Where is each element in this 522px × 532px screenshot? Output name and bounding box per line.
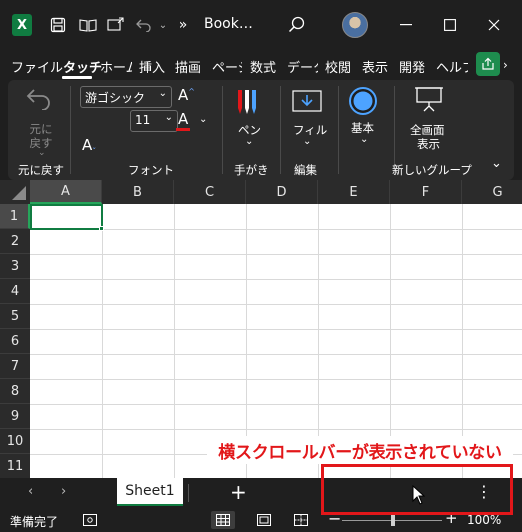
chevron-down-icon[interactable]: ⌄: [199, 114, 207, 125]
font-color-swatch: [176, 128, 190, 131]
select-all-corner[interactable]: [0, 180, 30, 204]
font-name-select[interactable]: 游ゴシック ⌄: [80, 86, 172, 108]
handwriting-group-label: 手がき: [234, 163, 269, 177]
document-title: Book…: [204, 16, 253, 32]
save-icon[interactable]: [48, 13, 68, 37]
column-header[interactable]: C: [174, 180, 246, 204]
annotation-label: 横スクロールバーが表示されていない: [207, 436, 513, 464]
font-group-label: フォント: [128, 163, 174, 177]
column-header[interactable]: E: [318, 180, 390, 204]
group-divider: [222, 86, 223, 174]
tab-formulas[interactable]: 数式: [250, 57, 276, 76]
row-header[interactable]: 5: [0, 304, 30, 329]
fill-handle[interactable]: [99, 226, 104, 231]
minimize-button[interactable]: [393, 12, 419, 38]
chevron-down-icon[interactable]: ⌄: [245, 136, 253, 147]
ribbon: 元に戻す ⌄ 元に戻す 游ゴシック ⌄ A^ 11 ⌄ A ⌄ Aˇ フォント ペン…: [8, 80, 514, 180]
row-header[interactable]: 11: [0, 454, 30, 478]
font-size-select[interactable]: 11 ⌄: [130, 110, 178, 132]
row-header[interactable]: 8: [0, 379, 30, 404]
touch-mode-icon[interactable]: [106, 13, 126, 37]
group-divider: [338, 86, 339, 174]
excel-icon: X: [12, 14, 32, 36]
column-header[interactable]: B: [102, 180, 174, 204]
row-header[interactable]: 3: [0, 254, 30, 279]
fullscreen-label-line2[interactable]: 表示: [417, 136, 440, 152]
shrink-font-icon[interactable]: Aˇ: [82, 136, 96, 156]
column-header[interactable]: G: [462, 180, 522, 204]
tab-help[interactable]: ヘルプ: [436, 57, 468, 76]
new-group-label: 新しいグループ: [392, 163, 472, 177]
undo-button-label[interactable]: 元に戻す: [25, 122, 57, 150]
tab-review[interactable]: 校閲: [325, 57, 351, 76]
search-icon[interactable]: [287, 13, 307, 37]
tab-file[interactable]: ファイル: [11, 57, 63, 76]
zoom-level[interactable]: 100%: [467, 513, 501, 527]
chevron-left-icon[interactable]: ‹: [28, 484, 33, 499]
tab-touch[interactable]: タッチ: [63, 57, 102, 76]
row-header[interactable]: 1: [0, 204, 30, 229]
normal-view-button[interactable]: [211, 511, 235, 529]
column-header[interactable]: A: [30, 180, 102, 204]
more-commands-icon[interactable]: »: [176, 13, 190, 37]
zoom-slider-thumb[interactable]: [391, 514, 395, 526]
page-layout-view-button[interactable]: [252, 511, 276, 529]
close-button[interactable]: [481, 12, 507, 38]
chevron-down-icon[interactable]: ⌄: [157, 13, 169, 37]
mouse-cursor-icon: [412, 484, 426, 509]
chevron-down-icon[interactable]: ⌄: [38, 148, 46, 158]
undo-large-icon[interactable]: [26, 88, 52, 114]
row-header[interactable]: 7: [0, 354, 30, 379]
chevron-down-icon: ⌄: [158, 88, 167, 99]
row-header[interactable]: 6: [0, 329, 30, 354]
edit-group-label: 編集: [294, 163, 317, 177]
group-divider: [70, 86, 71, 174]
ribbon-collapse-icon[interactable]: ⌄: [491, 156, 502, 171]
undo-icon[interactable]: [134, 13, 154, 37]
chevron-right-icon[interactable]: ›: [61, 484, 66, 499]
font-color-icon[interactable]: A: [178, 110, 188, 128]
add-sheet-button[interactable]: +: [230, 480, 247, 504]
accessibility-icon[interactable]: [78, 511, 102, 529]
divider: [188, 484, 189, 502]
row-header[interactable]: 4: [0, 279, 30, 304]
basic-shape-icon[interactable]: [348, 86, 378, 120]
page-break-view-button[interactable]: [289, 511, 313, 529]
status-text: 準備完了: [10, 515, 59, 529]
tab-view[interactable]: 表示: [362, 57, 388, 76]
tab-developer[interactable]: 開発: [399, 57, 425, 76]
chevron-right-icon[interactable]: ›: [503, 58, 508, 72]
grow-font-icon[interactable]: A^: [178, 86, 195, 104]
tab-insert[interactable]: 挿入: [139, 57, 165, 76]
tab-page-layout[interactable]: ページ: [212, 57, 242, 76]
sheet-tab[interactable]: Sheet1: [117, 478, 183, 506]
avatar[interactable]: [342, 12, 368, 38]
fill-icon[interactable]: [292, 90, 322, 118]
row-header[interactable]: 10: [0, 429, 30, 454]
active-cell-a1[interactable]: [30, 204, 103, 230]
undo-group-label: 元に戻す: [18, 163, 64, 177]
tab-draw[interactable]: 描画: [175, 57, 201, 76]
title-bar: X ⌄ » Book…: [0, 0, 522, 50]
group-divider: [280, 86, 281, 174]
chevron-down-icon[interactable]: ⌄: [303, 136, 311, 147]
chevron-down-icon[interactable]: ⌄: [360, 134, 368, 145]
ribbon-tabs: ファイル タッチ ホーム 挿入 描画 ページ 数式 データ 校閲 表示 開発 ヘ…: [0, 50, 522, 80]
column-header[interactable]: F: [390, 180, 462, 204]
maximize-button[interactable]: [437, 12, 463, 38]
presentation-icon[interactable]: [414, 86, 444, 116]
spreadsheet-grid: A B C D E F G 1 2 3 4 5 6 7 8 9 10 11: [0, 180, 522, 478]
open-book-icon[interactable]: [78, 13, 98, 37]
chevron-down-icon: ⌄: [164, 112, 173, 123]
group-divider: [394, 86, 395, 174]
active-tab-indicator: [62, 76, 92, 79]
row-header[interactable]: 9: [0, 404, 30, 429]
tab-home[interactable]: ホーム: [100, 57, 132, 76]
tab-data[interactable]: データ: [287, 57, 318, 76]
row-header[interactable]: 2: [0, 229, 30, 254]
pen-icon[interactable]: [234, 86, 260, 120]
share-button[interactable]: [476, 52, 500, 76]
column-header[interactable]: D: [246, 180, 318, 204]
